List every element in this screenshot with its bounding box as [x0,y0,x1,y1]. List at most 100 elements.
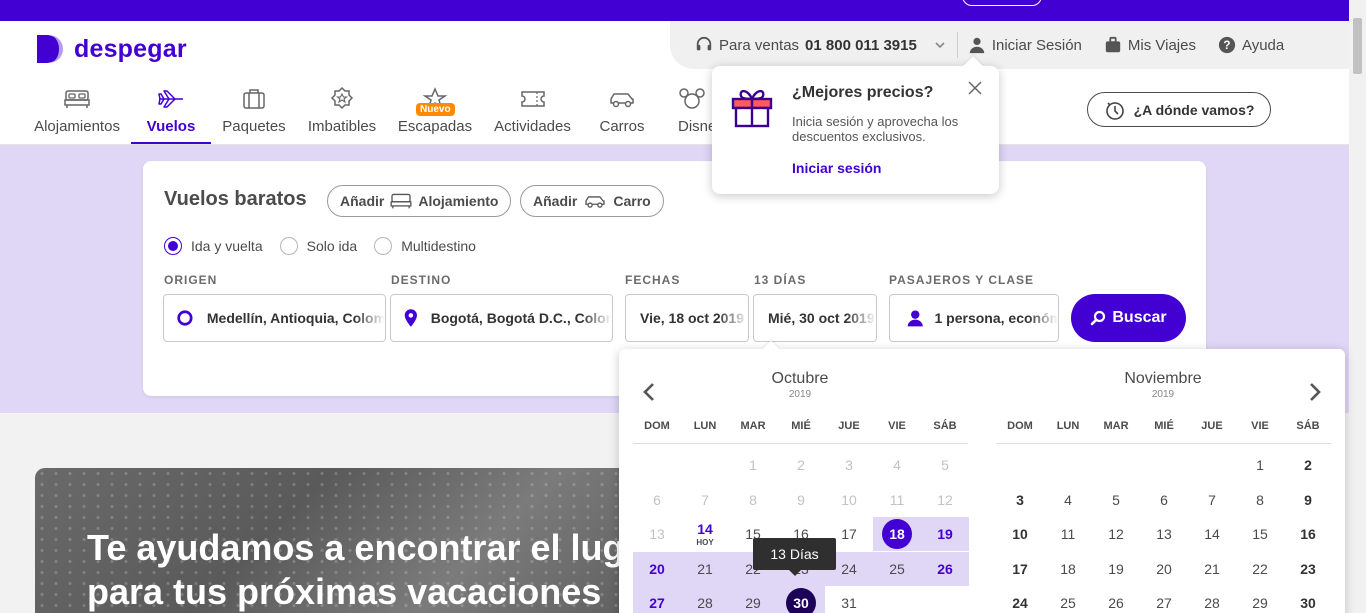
calendar-day[interactable]: 18 [1044,552,1092,586]
calendar-day[interactable]: 19 [1092,552,1140,586]
destination-label: DESTINO [391,273,452,287]
calendar-day[interactable]: 14 [1188,517,1236,551]
calendar-day[interactable]: 7 [1188,483,1236,517]
passengers-field[interactable]: 1 persona, económica [889,294,1059,342]
calendar-day[interactable]: 28 [681,586,729,613]
calendar-day[interactable]: 25 [873,551,921,586]
login-link[interactable]: Iniciar Sesión [968,21,1082,69]
nav-escapadas[interactable]: Nuevo Escapadas [398,81,472,144]
date-to-field[interactable]: Mié, 30 oct 2019 [753,294,877,342]
calendar-day[interactable]: 10 [996,517,1044,551]
calendar-day[interactable]: 12 [1092,517,1140,551]
sales-phone[interactable]: Para ventas 01 800 011 3915 [695,21,947,69]
my-trips-link[interactable]: Mis Viajes [1104,21,1196,69]
weekday-header: JUE [838,420,860,432]
calendar-day[interactable]: 18 [873,517,921,552]
calendar-day: 3 [845,457,853,473]
calendar-day[interactable]: 15 [1236,517,1284,551]
calendar-day[interactable]: 17 [996,552,1044,586]
nav-alojamientos[interactable]: Alojamientos [34,81,120,144]
nav-carros[interactable]: Carros [598,81,646,144]
promo-line-2: para tus próximas vacaciones [87,571,602,612]
scrollbar[interactable] [1349,0,1366,613]
origin-field[interactable]: Medellín, Antioquia, Colombia [163,294,386,342]
help-link[interactable]: ? Ayuda [1218,21,1284,69]
calendar-day[interactable]: 23 [1284,552,1332,586]
calendar-day: 12 [937,491,953,508]
calendar-day[interactable]: 9 [1284,483,1332,517]
destination-field[interactable]: Bogotá, Bogotá D.C., Colombia [390,294,613,342]
search-button[interactable]: Buscar [1071,294,1186,342]
nav-label: Disne [678,118,717,135]
origin-circle-icon [177,310,193,326]
scrollbar-thumb[interactable] [1353,18,1362,74]
date-from-field[interactable]: Vie, 18 oct 2019 [625,294,749,342]
calendar-day[interactable]: 19 [921,517,969,552]
calendar-day[interactable]: 13 [1140,517,1188,551]
promo-line-1: Te ayudamos a encontrar el lugar [87,527,635,568]
calendar-day[interactable]: 25 [1044,586,1092,613]
calendar-day[interactable]: 29 [729,586,777,613]
calendar-day[interactable]: 4 [1044,483,1092,517]
calendar-day[interactable]: 28 [1188,586,1236,613]
search-title: Vuelos baratos [164,188,307,210]
headset-icon [696,36,712,51]
calendar-day[interactable]: 1 [1236,448,1284,482]
chevron-left-icon[interactable] [641,382,657,402]
promo-banner[interactable]: Te ayudamos a encontrar el lugar para tu… [35,468,635,613]
add-car-button[interactable]: Añadir Carro [520,185,664,217]
radio-checked[interactable] [164,237,182,255]
calendar-day[interactable]: 20 [633,551,681,586]
logo[interactable]: despegar [35,33,187,65]
page: despegar Para ventas 01 800 011 3915 Ini… [0,0,1366,613]
close-icon[interactable] [967,80,983,96]
calendar-day[interactable]: 26 [1092,586,1140,613]
trip-type-roundtrip[interactable]: Ida y vuelta [164,237,263,255]
logo-icon [37,35,63,63]
weekday-header: VIE [1251,420,1269,432]
calendar-day[interactable]: 2 [1284,448,1332,482]
calendar-day[interactable]: 31 [825,586,873,613]
trip-type-oneway[interactable]: Solo ida [279,237,358,255]
chevron-right-icon[interactable] [1307,382,1323,402]
weekday-header: VIE [888,420,906,432]
car-icon [610,93,634,108]
calendar-day[interactable]: 16 [1284,517,1332,551]
calendar-day[interactable]: 26 [921,551,969,586]
nav-paquetes[interactable]: Paquetes [222,81,286,144]
calendar-day[interactable]: 21 [681,551,729,586]
radio[interactable] [279,237,298,255]
calendar-day[interactable]: 30 [1284,586,1332,613]
trip-type-label: Solo ida [306,238,358,254]
popover-login-link[interactable]: Iniciar sesión [792,160,881,176]
help-label: Ayuda [1241,36,1285,54]
plane-icon [158,90,183,108]
calendar-day[interactable]: 21 [1188,552,1236,586]
popover-description: Inicia sesión y aprovecha los descuentos… [792,114,959,144]
badge-icon [330,86,354,110]
nav-label: Paquetes [222,118,286,135]
nav-imbatibles[interactable]: Imbatibles [307,81,377,144]
nav-actividades[interactable]: Actividades [493,81,572,144]
calendar-day[interactable]: 11 [1044,517,1092,551]
calendar-day[interactable]: 6 [1140,483,1188,517]
calendar-day[interactable]: 8 [1236,483,1284,517]
calendar-day[interactable]: 22 [1236,552,1284,586]
trip-type-multi[interactable]: Multidestino [374,237,476,255]
calendar-day[interactable]: 14 HOY [681,517,729,551]
calendar-day: 5 [941,457,949,473]
calendar-day[interactable]: 3 [996,483,1044,517]
calendar-day[interactable]: 20 [1140,552,1188,586]
calendar-day[interactable]: 27 [1140,586,1188,613]
top-banner-pill[interactable] [962,0,1042,6]
calendar-day[interactable]: 5 [1092,483,1140,517]
nav-vuelos[interactable]: Vuelos [131,81,211,144]
calendar-day[interactable]: 27 [633,586,681,613]
add-lodging-button[interactable]: Añadir Alojamiento [327,185,512,217]
calendar-day[interactable]: 29 [1236,586,1284,613]
radio[interactable] [374,237,393,255]
calendar-day[interactable]: 30 [777,586,825,613]
where-to-button[interactable]: ¿A dónde vamos? [1087,92,1271,127]
suitcase-icon [243,89,265,109]
calendar-day[interactable]: 24 [996,586,1044,613]
